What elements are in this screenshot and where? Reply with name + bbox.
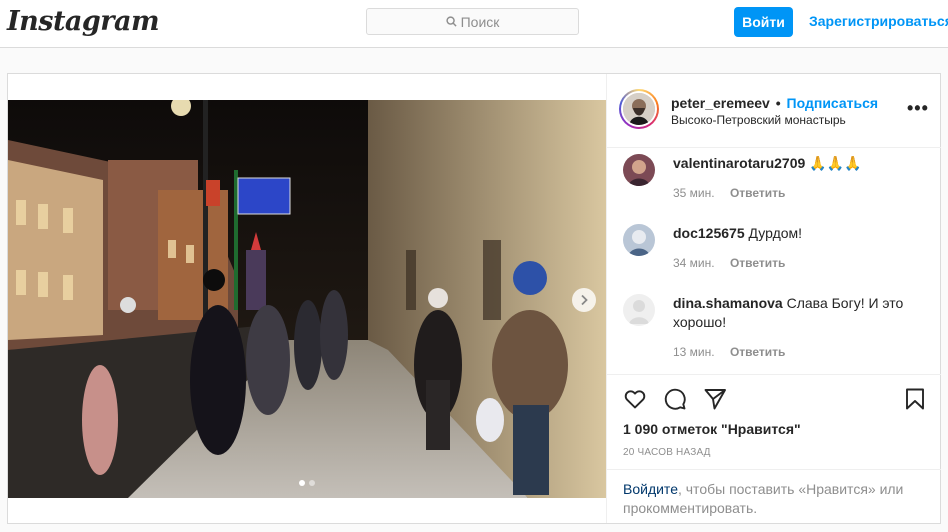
post-author-line: peter_eremeev • Подписаться (671, 95, 878, 111)
heart-icon[interactable] (623, 387, 647, 411)
carousel-dot (309, 480, 315, 486)
post-card: peter_eremeev • Подписаться Высоко-Петро… (7, 73, 941, 524)
bookmark-icon[interactable] (903, 387, 927, 411)
share-icon[interactable] (703, 387, 727, 411)
chevron-right-icon (581, 294, 588, 306)
reply-button[interactable]: Ответить (730, 345, 785, 359)
more-options-icon[interactable]: ••• (907, 98, 929, 119)
comment-meta: 13 мин. Ответить (673, 345, 785, 359)
instagram-logo[interactable]: Instagram (7, 6, 160, 37)
comment-username[interactable]: valentinarotaru2709 (673, 155, 805, 171)
comment-meta: 34 мин. Ответить (673, 256, 785, 270)
author-avatar[interactable] (619, 89, 659, 129)
comment-meta: 35 мин. Ответить (673, 186, 785, 200)
carousel-dot (299, 480, 305, 486)
top-navigation-bar: Instagram Поиск Войти Зарегистрироваться (0, 0, 948, 48)
comment-time: 13 мин. (673, 345, 715, 359)
post-header: peter_eremeev • Подписаться Высоко-Петро… (607, 74, 941, 148)
comment-username[interactable]: doc125675 (673, 225, 745, 241)
comment-time: 35 мин. (673, 186, 715, 200)
follow-button[interactable]: Подписаться (787, 95, 879, 111)
post-username[interactable]: peter_eremeev (671, 95, 770, 111)
commenter-avatar[interactable] (623, 294, 655, 326)
reply-button[interactable]: Ответить (730, 186, 785, 200)
comment-icon[interactable] (663, 387, 687, 411)
commenter-avatar[interactable] (623, 154, 655, 186)
post-sidebar: peter_eremeev • Подписаться Высоко-Петро… (606, 74, 941, 523)
author-avatar-image (623, 93, 655, 125)
signup-link[interactable]: Зарегистрироваться (809, 13, 948, 29)
post-time[interactable]: 20 ЧАСОВ НАЗАД (623, 447, 711, 458)
comment-item: doc125675 Дурдом! 34 мин. Ответить (623, 224, 933, 284)
search-placeholder: Поиск (460, 13, 500, 30)
carousel-next-button[interactable] (572, 288, 596, 312)
comment-item: valentinarotaru2709 🙏🙏🙏 35 мин. Ответить (623, 154, 933, 214)
login-button[interactable]: Войти (734, 7, 793, 37)
search-icon (445, 16, 457, 27)
likes-count[interactable]: 1 090 отметок "Нравится" (623, 421, 801, 437)
comment-text: doc125675 Дурдом! (673, 224, 923, 243)
login-prompt: Войдите, чтобы поставить «Нравится» или … (607, 469, 941, 523)
post-location[interactable]: Высоко-Петровский монастырь (671, 113, 846, 127)
separator-dot: • (775, 95, 781, 111)
commenter-avatar[interactable] (623, 224, 655, 256)
login-link[interactable]: Войдите (623, 481, 678, 497)
carousel-indicator (8, 480, 606, 486)
search-input[interactable]: Поиск (366, 8, 579, 35)
comment-text: valentinarotaru2709 🙏🙏🙏 (673, 154, 923, 173)
comment-username[interactable]: dina.shamanova (673, 295, 783, 311)
comment-time: 34 мин. (673, 256, 715, 270)
post-photo-image (8, 100, 606, 498)
reply-button[interactable]: Ответить (730, 256, 785, 270)
comment-item: dina.shamanova Слава Богу! И это хорошо!… (623, 294, 933, 364)
comment-body: 🙏🙏🙏 (809, 155, 862, 171)
post-photo[interactable] (8, 100, 606, 498)
comment-text: dina.shamanova Слава Богу! И это хорошо! (673, 294, 923, 332)
comment-body: Дурдом! (748, 225, 803, 241)
